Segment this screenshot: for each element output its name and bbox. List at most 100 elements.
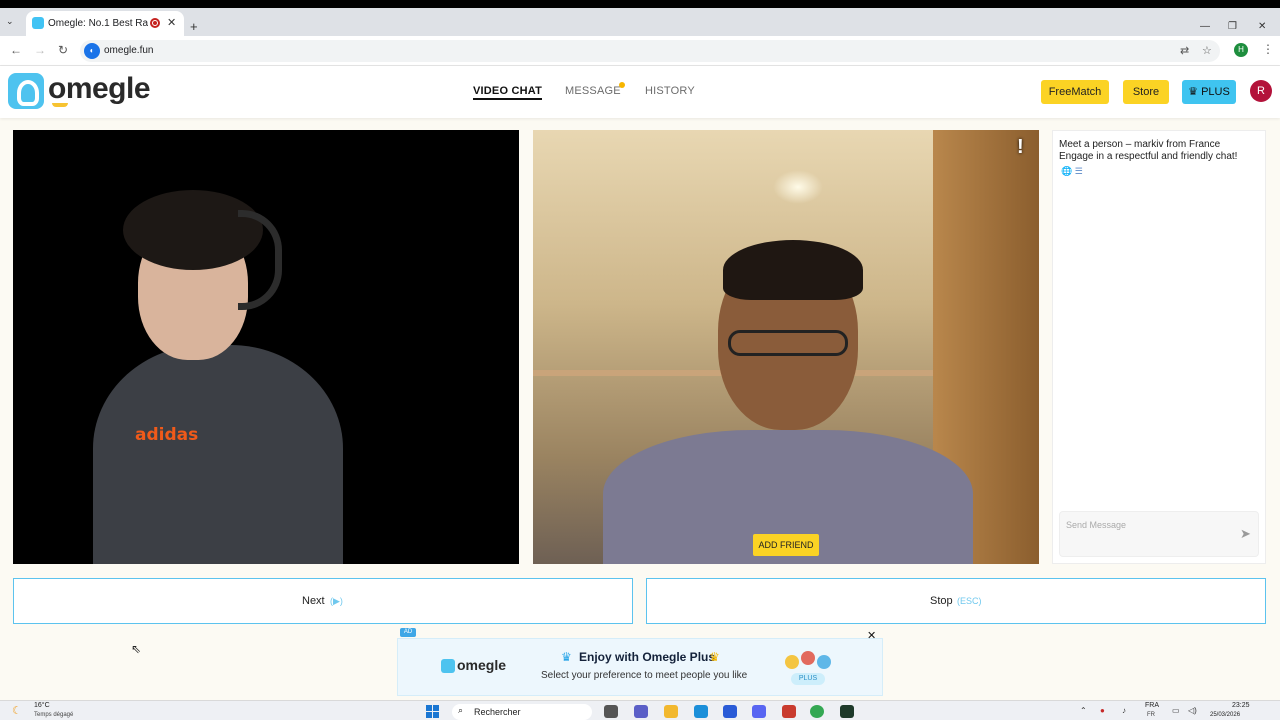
forward-icon[interactable]: → xyxy=(34,43,46,57)
moon-weather-icon[interactable]: ☾ xyxy=(12,704,22,717)
minimize-icon[interactable]: — xyxy=(1200,21,1210,32)
browser-menu-icon[interactable]: ⋮ xyxy=(1262,42,1274,56)
tray-app-icon[interactable]: ● xyxy=(1100,706,1105,715)
ad-close-icon[interactable]: ✕ xyxy=(867,629,876,642)
local-video: adidas xyxy=(13,130,519,564)
add-friend-button[interactable]: ADD FRIEND xyxy=(753,534,819,556)
back-icon[interactable]: ← xyxy=(10,43,22,57)
omegle-favicon-icon xyxy=(32,17,44,29)
volume-icon[interactable]: ◁) xyxy=(1188,706,1197,715)
windows-taskbar: ☾ 16°C Temps dégagé ⌕ Rechercher ⌃ ● ♪ F… xyxy=(0,700,1280,720)
task-view-icon[interactable] xyxy=(604,705,618,718)
tab-title: Omegle: No.1 Best Random xyxy=(48,18,148,29)
stop-button[interactable]: Stop (ESC) xyxy=(646,578,1266,624)
logo-text[interactable]: omegle xyxy=(48,72,151,106)
bookmark-star-icon[interactable]: ☆ xyxy=(1202,44,1212,57)
ad-plus-pill: PLUS xyxy=(791,673,825,685)
person-icon xyxy=(801,651,815,665)
site-info-icon[interactable]: ◐ xyxy=(84,43,100,59)
glasses xyxy=(728,330,848,356)
recording-icon xyxy=(150,18,160,28)
tab-search-chevron-icon[interactable]: ⌄ xyxy=(6,16,14,27)
clock-time[interactable]: 23:25 xyxy=(1232,702,1250,709)
edge-icon[interactable] xyxy=(694,705,708,718)
stop-label: Stop xyxy=(930,595,953,607)
store-app-icon[interactable] xyxy=(723,705,737,718)
taskbar-search-label: Rechercher xyxy=(474,707,521,717)
next-key-hint: (▶) xyxy=(330,596,343,606)
ceiling-light xyxy=(773,170,823,204)
remote-video: ! ADD FRIEND xyxy=(533,130,1039,564)
windows-start-icon[interactable] xyxy=(426,705,440,719)
chat-intro-line1: Meet a person – markiv from France xyxy=(1059,139,1221,150)
omegle-page: omegle VIDEO CHAT MESSAGE HISTORY FreeMa… xyxy=(0,66,1280,700)
mic-icon[interactable]: ♪ xyxy=(1122,706,1126,715)
chrome-icon[interactable] xyxy=(810,705,824,718)
reload-icon[interactable]: ↻ xyxy=(58,43,68,57)
search-icon: ⌕ xyxy=(458,705,464,715)
user-avatar[interactable]: R xyxy=(1250,80,1272,102)
chat-input-box[interactable]: ➤ xyxy=(1059,511,1259,557)
terminal-icon[interactable] xyxy=(840,705,854,718)
send-icon[interactable]: ➤ xyxy=(1240,526,1251,542)
browser-profile-avatar[interactable]: H xyxy=(1234,43,1248,57)
site-header: omegle VIDEO CHAT MESSAGE HISTORY FreeMa… xyxy=(0,66,1280,118)
address-bar-row: ← → ↻ ◐ omegle.fun ⇄ ☆ H ⋮ xyxy=(0,36,1280,66)
ad-badge: AD xyxy=(400,628,416,637)
nav-video-chat[interactable]: VIDEO CHAT xyxy=(473,85,543,100)
ad-logo-icon xyxy=(441,659,455,673)
app-icon[interactable] xyxy=(782,705,796,718)
nav-message[interactable]: MESSAGE xyxy=(565,85,621,97)
ad-people-illustration: PLUS xyxy=(781,647,837,687)
browser-tab[interactable]: Omegle: No.1 Best Random ✕ xyxy=(26,11,184,36)
new-tab-icon[interactable]: + xyxy=(190,19,198,34)
chat-intro-line2: Engage in a respectful and friendly chat… xyxy=(1059,151,1238,162)
crown-icon: ♛ xyxy=(709,650,720,664)
local-person-body xyxy=(93,345,343,564)
file-explorer-icon[interactable] xyxy=(664,705,678,718)
window-close-icon[interactable]: ✕ xyxy=(1258,21,1266,32)
logo-smile-icon xyxy=(52,103,68,107)
headphone-icon xyxy=(238,210,282,310)
globe-icon: 🌐 ☰ xyxy=(1061,166,1083,176)
next-button[interactable]: Next (▶) xyxy=(13,578,633,624)
taskbar-search[interactable]: ⌕ Rechercher xyxy=(452,704,592,720)
crown-icon: ♛ xyxy=(561,650,572,664)
person-icon xyxy=(785,655,799,669)
screen-top-border xyxy=(0,0,1280,8)
person-icon xyxy=(817,655,831,669)
restore-icon[interactable]: ❐ xyxy=(1228,21,1237,32)
browser-tab-strip: ⌄ Omegle: No.1 Best Random ✕ + — ❐ ✕ xyxy=(0,8,1280,36)
report-icon[interactable]: ! xyxy=(1017,136,1029,158)
mouse-cursor-icon: ⇖ xyxy=(131,642,142,656)
omegle-plus-ad[interactable]: omegle ♛ Enjoy with Omegle Plus ♛ Select… xyxy=(397,638,883,696)
network-icon[interactable]: ▭ xyxy=(1172,706,1180,715)
tray-chevron-icon[interactable]: ⌃ xyxy=(1080,706,1087,715)
store-button[interactable]: Store xyxy=(1123,80,1169,104)
url-text[interactable]: omegle.fun xyxy=(104,45,153,56)
language-top[interactable]: FRA xyxy=(1145,702,1159,709)
omnibox[interactable]: ◐ omegle.fun ⇄ ☆ xyxy=(80,40,1220,62)
next-label: Next xyxy=(302,595,325,607)
omegle-logo-icon[interactable] xyxy=(8,73,44,109)
plus-button[interactable]: ♛ PLUS xyxy=(1182,80,1236,104)
ad-title: Enjoy with Omegle Plus xyxy=(579,650,716,664)
chat-panel: Meet a person – markiv from France Engag… xyxy=(1052,130,1266,564)
crown-icon: ♛ xyxy=(1188,86,1199,98)
freematch-button[interactable]: FreeMatch xyxy=(1041,80,1109,104)
tab-close-icon[interactable]: ✕ xyxy=(167,16,176,29)
remote-person-hair xyxy=(723,240,863,300)
translate-icon[interactable]: ⇄ xyxy=(1180,44,1189,57)
send-message-input[interactable] xyxy=(1066,518,1226,532)
ad-subtitle: Select your preference to meet people yo… xyxy=(541,670,748,681)
shirt-logo: adidas xyxy=(135,425,199,445)
ad-logo-text: omegle xyxy=(457,657,507,673)
teams-icon[interactable] xyxy=(634,705,648,718)
weather-desc[interactable]: Temps dégagé xyxy=(34,712,73,718)
discord-icon[interactable] xyxy=(752,705,766,718)
weather-temp[interactable]: 16°C xyxy=(34,702,50,709)
clock-date[interactable]: 25/03/2026 xyxy=(1210,712,1240,718)
nav-history[interactable]: HISTORY xyxy=(645,85,695,97)
language-bottom[interactable]: FR xyxy=(1147,712,1155,718)
plus-button-label: PLUS xyxy=(1201,86,1230,98)
